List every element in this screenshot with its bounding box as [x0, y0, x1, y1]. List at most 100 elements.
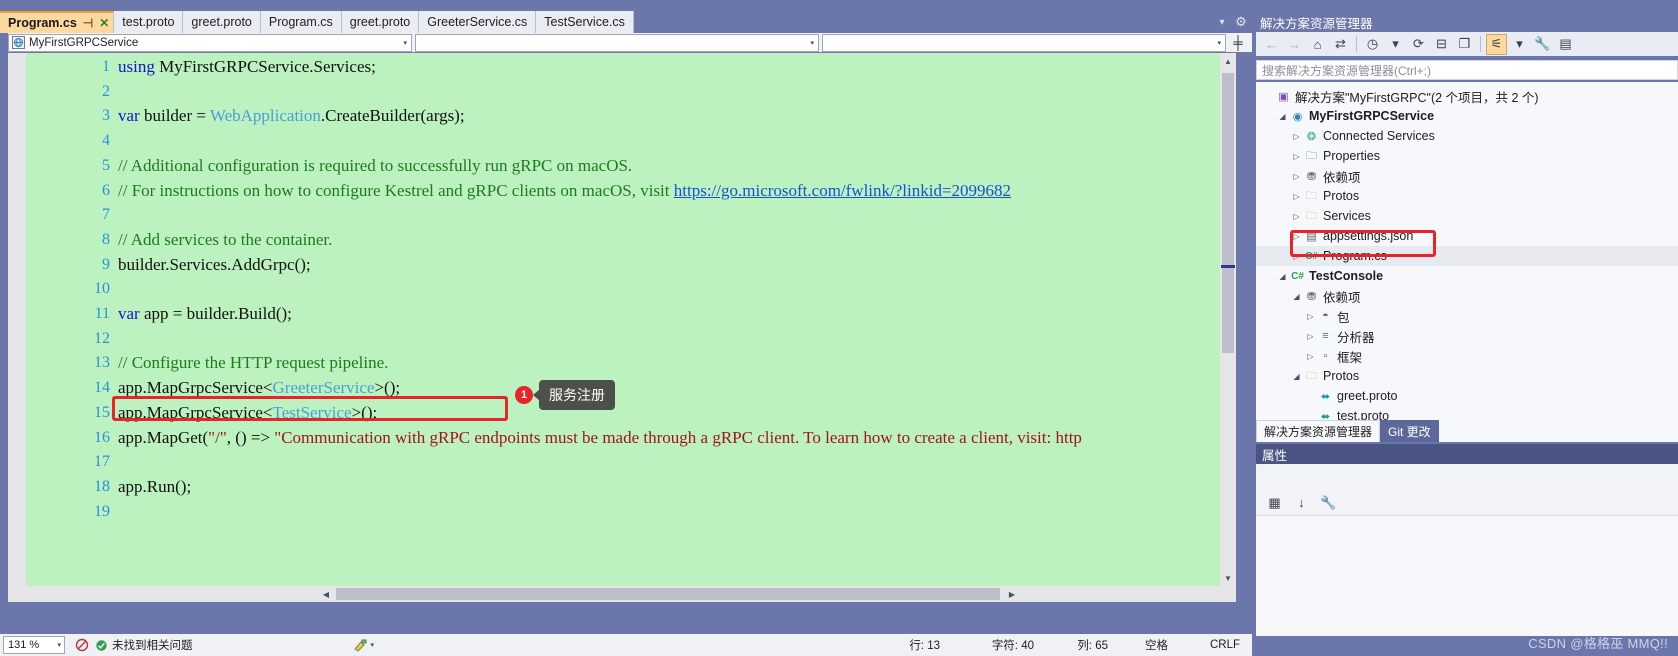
tree-item[interactable]: ▷ 🗀 Services [1256, 206, 1678, 226]
tree-item-label: Properties [1323, 149, 1380, 163]
tree-item[interactable]: ▷ ▫ 框架 [1256, 346, 1678, 366]
scroll-right-icon[interactable]: ▶ [1004, 586, 1020, 602]
tree-item[interactable]: ▷ ▤ appsettings.json [1256, 226, 1678, 246]
categorized-icon[interactable]: ▦ [1264, 492, 1285, 513]
collapse-all-icon[interactable]: ⊟ [1431, 34, 1452, 55]
code-editor-surface[interactable]: 1 2 3 4 5 6 7 8 9 10 11 12 13 14 15 16 17 18 19 using MyFi… [8, 53, 1236, 586]
chevron-down-icon[interactable]: ◢ [1276, 112, 1289, 121]
chevron-down-icon[interactable]: ◢ [1276, 272, 1289, 281]
zoom-level-dropdown[interactable]: 131 % ▾ [3, 636, 65, 654]
code-line[interactable]: app.MapGet("/", () => "Communication wit… [118, 426, 1082, 451]
tree-item[interactable]: ◢ ⛃ 依赖项 [1256, 286, 1678, 306]
code-text-area[interactable]: using MyFirstGRPCService.Services; var bu… [118, 53, 1236, 586]
code-line[interactable]: app.MapGrpcService<GreeterService>(); [118, 376, 400, 401]
navbar-member-dropdown[interactable]: ▾ [415, 33, 819, 52]
scroll-down-icon[interactable]: ▼ [1220, 570, 1236, 586]
code-line[interactable]: // For instructions on how to configure … [118, 179, 1011, 204]
properties-panel-body[interactable] [1256, 516, 1678, 636]
tab-overflow-icon[interactable]: ▾ [1214, 11, 1230, 33]
issues-status[interactable]: 未找到相关问题 [95, 637, 193, 653]
editor-tab-5[interactable]: GreeterService.cs [419, 11, 537, 33]
solution-explorer-search-input[interactable]: 搜索解决方案资源管理器(Ctrl+;) [1256, 60, 1678, 80]
navbar-type-dropdown[interactable]: MyFirstGRPCService ▾ [8, 33, 412, 52]
editor-tab-2[interactable]: greet.proto [183, 11, 261, 33]
code-line[interactable]: var builder = WebApplication.CreateBuild… [118, 104, 465, 129]
tree-item[interactable]: ▷ 🗀 Protos [1256, 186, 1678, 206]
tree-item[interactable]: ▷ C# Program.cs [1256, 246, 1678, 266]
code-line[interactable]: // Add services to the container. [118, 228, 332, 253]
home-icon[interactable]: ⌂ [1307, 34, 1328, 55]
indentation-indicator[interactable]: 空格 [1145, 637, 1168, 653]
view-dropdown-icon[interactable]: ▾ [1509, 34, 1530, 55]
tree-item[interactable]: ▷ ◓ 包 [1256, 306, 1678, 326]
properties-icon[interactable]: ⚟ [1486, 33, 1507, 55]
tree-item[interactable]: ▷ ⛃ 依赖项 [1256, 166, 1678, 186]
history-icon[interactable]: ◷ [1362, 34, 1383, 55]
chevron-right-icon[interactable]: ▷ [1304, 312, 1317, 321]
sln-icon: ▣ [1278, 90, 1289, 103]
tree-item[interactable]: ▷ ❂ Connected Services [1256, 126, 1678, 146]
preview-icon[interactable]: ▤ [1555, 34, 1576, 55]
editor-tab-4[interactable]: greet.proto [341, 11, 420, 33]
tree-item[interactable]: ▣ 解决方案"MyFirstGRPC"(2 个项目，共 2 个) [1256, 86, 1678, 106]
chevron-right-icon[interactable]: ▷ [1290, 172, 1303, 181]
editor-tab-1[interactable]: test.proto [114, 11, 184, 33]
chevron-right-icon[interactable]: ▷ [1290, 232, 1303, 241]
line-ending-indicator[interactable]: CRLF [1210, 639, 1240, 651]
back-icon[interactable]: ← [1261, 34, 1282, 55]
forward-icon[interactable]: → [1284, 34, 1305, 55]
chevron-right-icon[interactable]: ▷ [1290, 212, 1303, 221]
code-line[interactable]: builder.Services.AddGrpc(); [118, 253, 311, 278]
close-icon[interactable]: ✕ [99, 16, 109, 30]
show-all-files-icon[interactable]: ❐ [1454, 34, 1475, 55]
vertical-scroll-thumb[interactable] [1222, 73, 1234, 353]
tree-item[interactable]: ◢ C# TestConsole [1256, 266, 1678, 286]
chevron-right-icon[interactable]: ▷ [1304, 332, 1317, 341]
chevron-right-icon[interactable]: ▷ [1304, 352, 1317, 361]
pin-icon[interactable]: ⊣ [83, 16, 93, 30]
refresh-icon[interactable]: ⟳ [1408, 34, 1429, 55]
code-line[interactable]: app.Run(); [118, 475, 191, 500]
chevron-down-icon[interactable]: ◢ [1290, 292, 1303, 301]
editor-tab-0[interactable]: Program.cs ⊣ ✕ [0, 11, 115, 33]
wrench-icon[interactable]: 🔧 [1532, 34, 1553, 55]
scroll-up-icon[interactable]: ▲ [1220, 53, 1236, 69]
code-line[interactable]: var app = builder.Build(); [118, 302, 292, 327]
history-dropdown-icon[interactable]: ▾ [1385, 34, 1406, 55]
tool-window-tab-1[interactable]: Git 更改 [1380, 420, 1439, 442]
editor-vertical-scrollbar[interactable]: ▲ ▼ [1220, 53, 1236, 586]
tree-item-label: Services [1323, 209, 1371, 223]
line-number: 4 [102, 132, 110, 150]
tree-item-label: 依赖项 [1323, 290, 1361, 305]
editor-appearance-control[interactable]: ▾ [353, 639, 374, 652]
code-line[interactable]: using MyFirstGRPCService.Services; [118, 55, 376, 80]
tree-item[interactable]: ◢ ◉ MyFirstGRPCService [1256, 106, 1678, 126]
chevron-right-icon[interactable]: ▷ [1290, 152, 1303, 161]
editor-horizontal-scrollbar[interactable]: ◀ ▶ [8, 586, 1236, 602]
chevron-down-icon[interactable]: ◢ [1290, 372, 1303, 381]
chevron-right-icon[interactable]: ▷ [1290, 192, 1303, 201]
code-line[interactable]: // Additional configuration is required … [118, 154, 632, 179]
tree-item[interactable]: ⬌ test.proto [1256, 406, 1678, 420]
horizontal-scroll-thumb[interactable] [336, 588, 1000, 600]
tool-window-tab-0[interactable]: 解决方案资源管理器 [1256, 420, 1381, 442]
solution-explorer-tree[interactable]: ▣ 解决方案"MyFirstGRPC"(2 个项目，共 2 个) ◢ ◉ MyFirst… [1256, 82, 1678, 420]
chevron-right-icon[interactable]: ▷ [1290, 252, 1303, 261]
scroll-left-icon[interactable]: ◀ [318, 586, 334, 602]
code-line[interactable]: // Configure the HTTP request pipeline. [118, 351, 388, 376]
code-line[interactable]: app.MapGrpcService<TestService>(); [118, 401, 377, 426]
tree-item[interactable]: ◢ 🗀 Protos [1256, 366, 1678, 386]
property-pages-icon[interactable]: 🔧 [1318, 492, 1339, 513]
tree-item[interactable]: ⬌ greet.proto [1256, 386, 1678, 406]
split-editor-icon[interactable]: ╪ [1230, 34, 1246, 52]
tree-item[interactable]: ▷ ≡ 分析器 [1256, 326, 1678, 346]
tree-item[interactable]: ▷ 🗀 Properties [1256, 146, 1678, 166]
gear-icon[interactable]: ⚙ [1232, 11, 1250, 33]
alphabetical-icon[interactable]: ↓ [1291, 492, 1312, 513]
editor-tab-3[interactable]: Program.cs [260, 11, 342, 33]
pending-changes-icon[interactable]: ⇄ [1330, 34, 1351, 55]
chevron-right-icon[interactable]: ▷ [1290, 132, 1303, 141]
navbar-third-dropdown[interactable]: ▾ [822, 33, 1226, 52]
editor-tab-6[interactable]: TestService.cs [536, 11, 634, 33]
error-list-icon[interactable] [75, 638, 89, 652]
